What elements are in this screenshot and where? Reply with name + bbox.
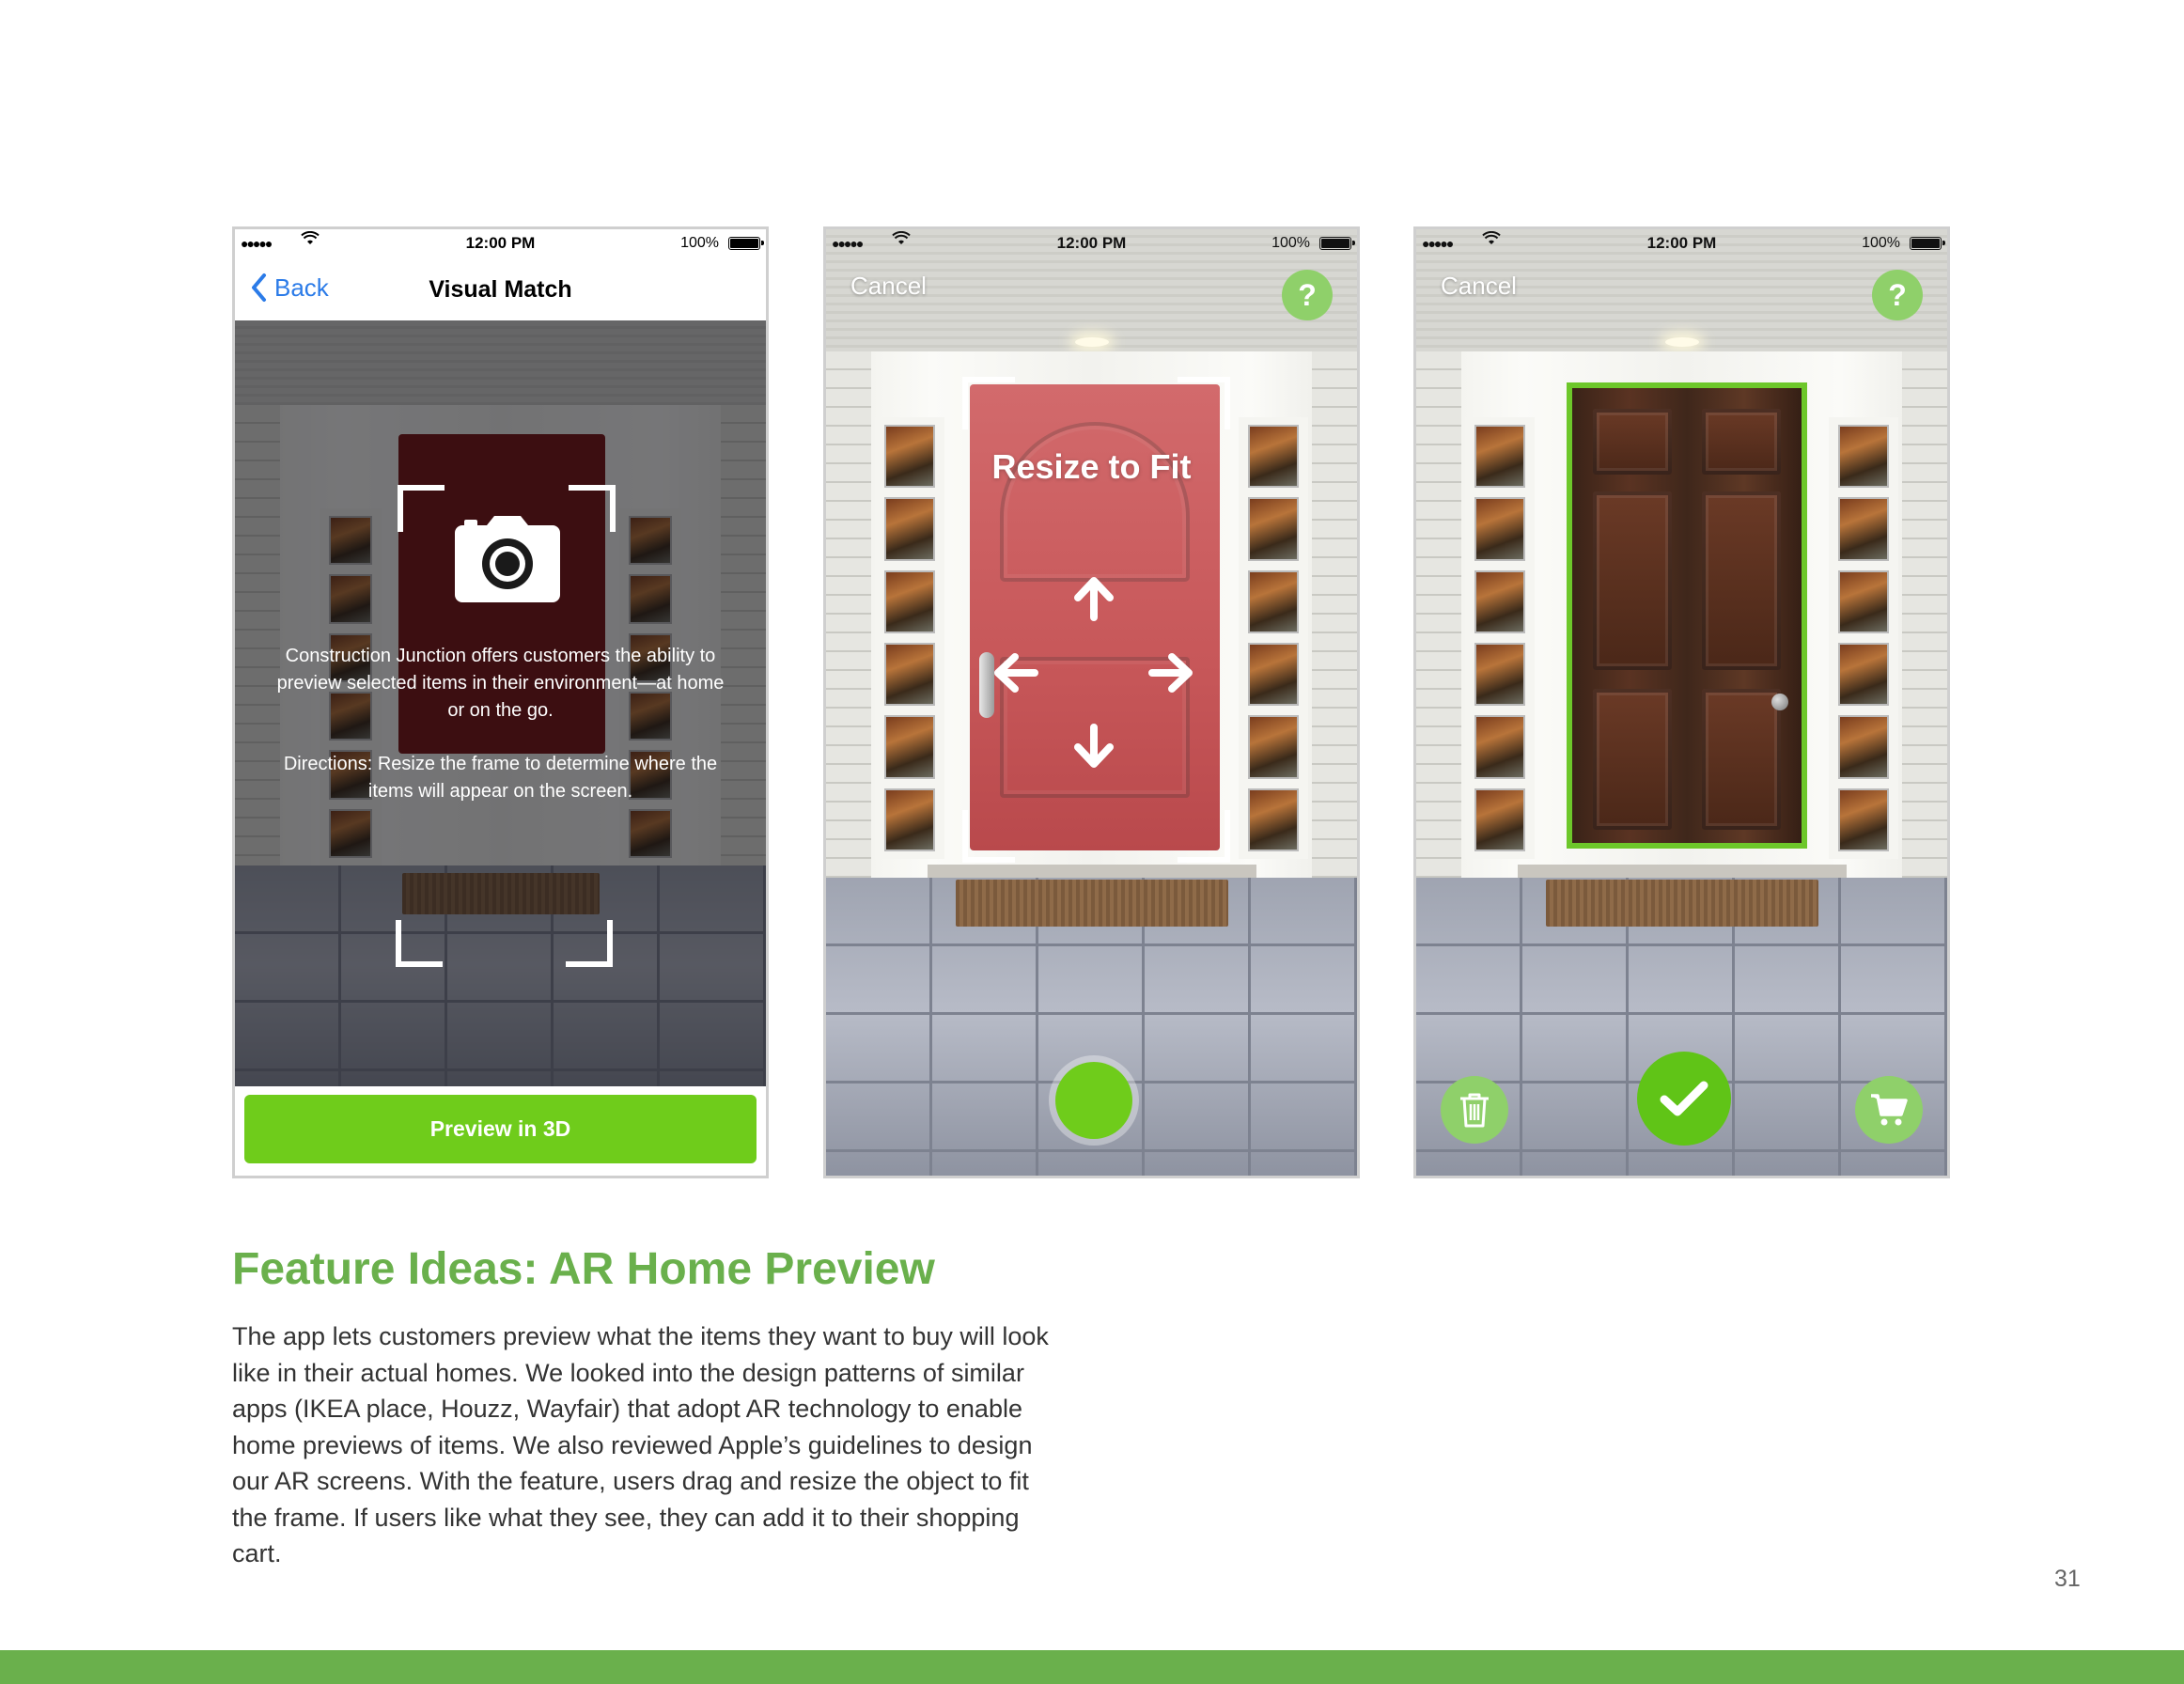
phone-screen-placed-preview: ●●●●● 12:00 PM 100% Cancel ? xyxy=(1413,226,1950,1178)
cancel-button[interactable]: Cancel xyxy=(1441,272,1517,301)
arrow-down-icon xyxy=(1074,724,1114,768)
page-number: 31 xyxy=(2054,1566,2081,1592)
directions-text: Directions: Resize the frame to determin… xyxy=(283,754,718,802)
camera-view xyxy=(1416,229,1947,1176)
resize-handle[interactable] xyxy=(1178,377,1230,429)
checkmark-icon xyxy=(1660,1081,1708,1116)
placed-door-preview[interactable] xyxy=(1567,382,1807,849)
resize-handle[interactable] xyxy=(1178,810,1230,863)
section-title: Feature Ideas: AR Home Preview xyxy=(232,1244,935,1294)
frame-corner[interactable] xyxy=(566,920,613,967)
intro-text: Construction Junction offers customers t… xyxy=(276,646,725,721)
footer-bar xyxy=(0,1650,2184,1684)
resize-handle[interactable] xyxy=(962,810,1015,863)
confirm-button[interactable] xyxy=(1637,1052,1731,1146)
status-bar: ●●●●● 12:00 PM 100% xyxy=(235,229,766,259)
resize-handle[interactable] xyxy=(962,377,1015,429)
arrow-left-icon xyxy=(994,653,1038,693)
status-bar: ●●●●● 12:00 PM 100% xyxy=(1416,229,1947,259)
navigation-bar: Back Visual Match xyxy=(235,259,766,322)
battery-icon xyxy=(728,237,764,250)
camera-icon xyxy=(455,516,560,602)
frame-corner[interactable] xyxy=(396,920,443,967)
delete-button[interactable] xyxy=(1441,1076,1508,1144)
help-button[interactable]: ? xyxy=(1282,270,1333,320)
help-button[interactable]: ? xyxy=(1872,270,1923,320)
back-label: Back xyxy=(274,273,329,302)
resize-to-fit-label: Resize to Fit xyxy=(991,447,1192,486)
phone-screen-resize: ●●●●● 12:00 PM 100% Cancel ? Resize to F… xyxy=(823,226,1360,1178)
add-to-cart-button[interactable] xyxy=(1855,1076,1923,1144)
arrow-up-icon xyxy=(1074,577,1114,621)
cancel-button[interactable]: Cancel xyxy=(850,272,927,301)
preview-in-3d-button[interactable]: Preview in 3D xyxy=(244,1095,757,1163)
cart-icon xyxy=(1871,1094,1908,1126)
battery-icon xyxy=(1910,237,1945,250)
status-bar: ●●●●● 12:00 PM 100% xyxy=(826,229,1357,259)
frame-corner[interactable] xyxy=(398,485,445,532)
phone-screen-visual-match: ●●●●● 12:00 PM 100% Back Visual Match Co… xyxy=(232,226,769,1178)
trash-icon xyxy=(1460,1093,1489,1128)
frame-corner[interactable] xyxy=(569,485,616,532)
capture-button[interactable] xyxy=(1049,1055,1139,1146)
battery-icon xyxy=(1319,237,1355,250)
battery-percent: 100% xyxy=(1862,235,1900,251)
chevron-left-icon xyxy=(252,273,266,302)
camera-view xyxy=(826,229,1357,1176)
door-knob xyxy=(1771,694,1788,710)
back-button[interactable]: Back xyxy=(250,273,329,303)
battery-percent: 100% xyxy=(1271,235,1310,251)
battery-percent: 100% xyxy=(680,235,719,251)
section-body: The app lets customers preview what the … xyxy=(232,1322,1049,1567)
arrow-right-icon xyxy=(1148,653,1193,693)
